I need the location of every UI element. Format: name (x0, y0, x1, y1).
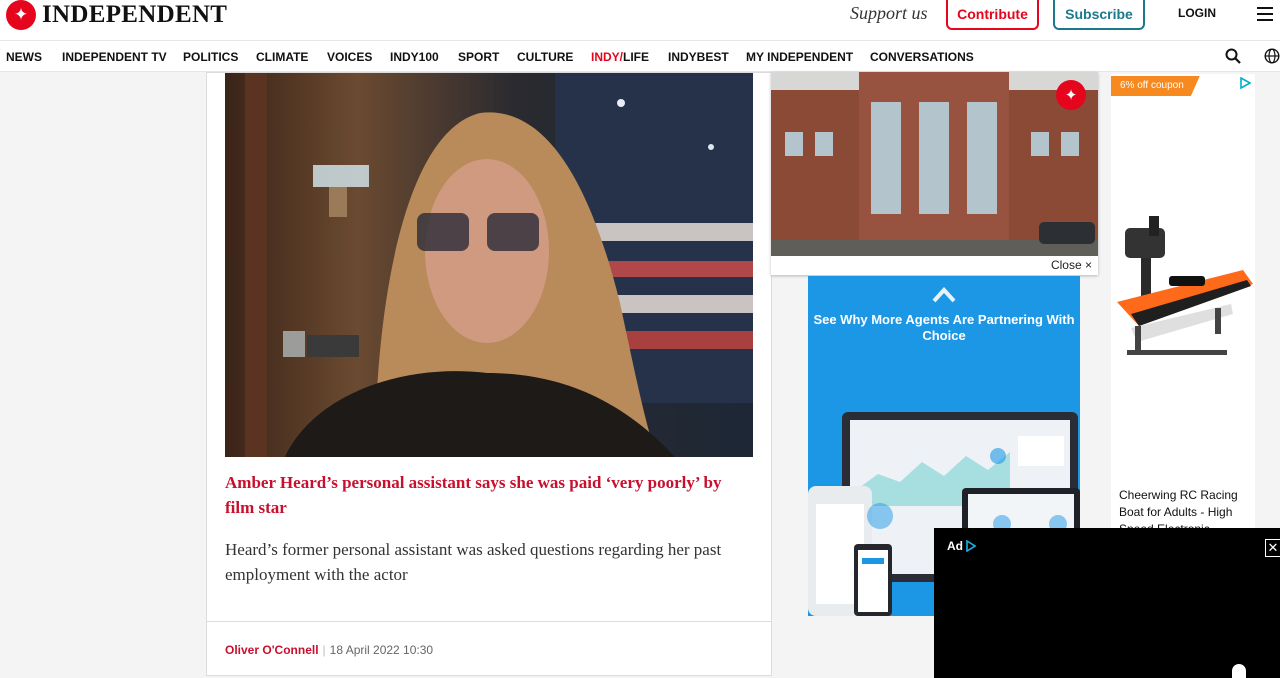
ad-content-shape (1232, 664, 1246, 678)
nav-independent-tv[interactable]: INDEPENDENT TV (62, 50, 167, 64)
article-date: 18 April 2022 10:30 (329, 643, 434, 657)
independent-eagle-icon: ✦ (6, 0, 36, 30)
author-link[interactable]: Oliver O'Connell (225, 643, 319, 657)
main-nav: NEWS INDEPENDENT TV POLITICS CLIMATE VOI… (0, 40, 1280, 72)
article-headline[interactable]: Amber Heard’s personal assistant says sh… (225, 470, 745, 520)
byline: Oliver O'Connell | 18 April 2022 10:30 (225, 643, 433, 657)
nav-culture[interactable]: CULTURE (517, 50, 573, 64)
independent-eagle-icon: ✦ (1056, 80, 1086, 110)
nav-conversations[interactable]: CONVERSATIONS (870, 50, 974, 64)
ad-label: Ad (947, 539, 976, 553)
bottom-video-ad[interactable]: Ad ✕ (934, 528, 1280, 678)
byline-separator: | (322, 643, 326, 657)
product-ad[interactable]: 6% off coupon Cheerwing RC Racing Boat f… (1111, 74, 1255, 528)
contribute-button[interactable]: Contribute (946, 0, 1039, 30)
floating-video-frame[interactable] (771, 72, 1098, 256)
nav-my-independent[interactable]: MY INDEPENDENT (746, 50, 853, 64)
rc-boat-image (1117, 216, 1253, 355)
search-icon[interactable] (1225, 48, 1241, 64)
coupon-tag: 6% off coupon (1111, 76, 1200, 96)
article-summary: Heard’s former personal assistant was as… (225, 540, 722, 584)
login-link[interactable]: LOGIN (1178, 6, 1216, 20)
close-icon[interactable]: ✕ (1265, 539, 1280, 557)
card-divider (207, 621, 771, 622)
site-logo[interactable]: ✦ INDEPENDENT (6, 0, 227, 30)
article-card[interactable]: Amber Heard’s personal assistant says sh… (206, 72, 772, 676)
nav-climate[interactable]: CLIMATE (256, 50, 308, 64)
nav-news[interactable]: NEWS (6, 50, 42, 64)
floating-video-player[interactable]: ✦ Close × (771, 72, 1098, 275)
nav-indy-life-suffix: LIFE (623, 50, 650, 64)
top-bar: ✦ INDEPENDENT Support us Contribute Subs… (0, 0, 1280, 40)
close-video-button[interactable]: Close × (1051, 258, 1092, 272)
courthouse-video-still (771, 72, 1098, 256)
nav-indy100[interactable]: INDY100 (390, 50, 439, 64)
adchoices-icon[interactable] (1239, 77, 1251, 89)
article-video-thumbnail[interactable] (225, 73, 753, 457)
nav-indybest[interactable]: INDYBEST (668, 50, 729, 64)
hamburger-menu-icon[interactable] (1257, 7, 1273, 21)
product-title[interactable]: Cheerwing RC Racing Boat for Adults - Hi… (1119, 487, 1251, 528)
nav-indy-life[interactable]: INDY/LIFE (591, 50, 649, 64)
ad-headline: See Why More Agents Are Partnering With … (813, 312, 1075, 343)
play-triangle-icon[interactable] (966, 540, 976, 552)
ad-label-text: Ad (947, 539, 963, 553)
globe-icon[interactable] (1264, 48, 1280, 64)
nav-indy-life-prefix: INDY/ (591, 50, 624, 64)
nav-voices[interactable]: VOICES (327, 50, 372, 64)
nav-politics[interactable]: POLITICS (183, 50, 238, 64)
chevron-up-icon (932, 287, 956, 303)
subscribe-button[interactable]: Subscribe (1053, 0, 1145, 30)
logo-text: INDEPENDENT (42, 1, 228, 28)
nav-sport[interactable]: SPORT (458, 50, 499, 64)
video-still-image (245, 73, 753, 457)
support-us-text: Support us (850, 3, 928, 23)
